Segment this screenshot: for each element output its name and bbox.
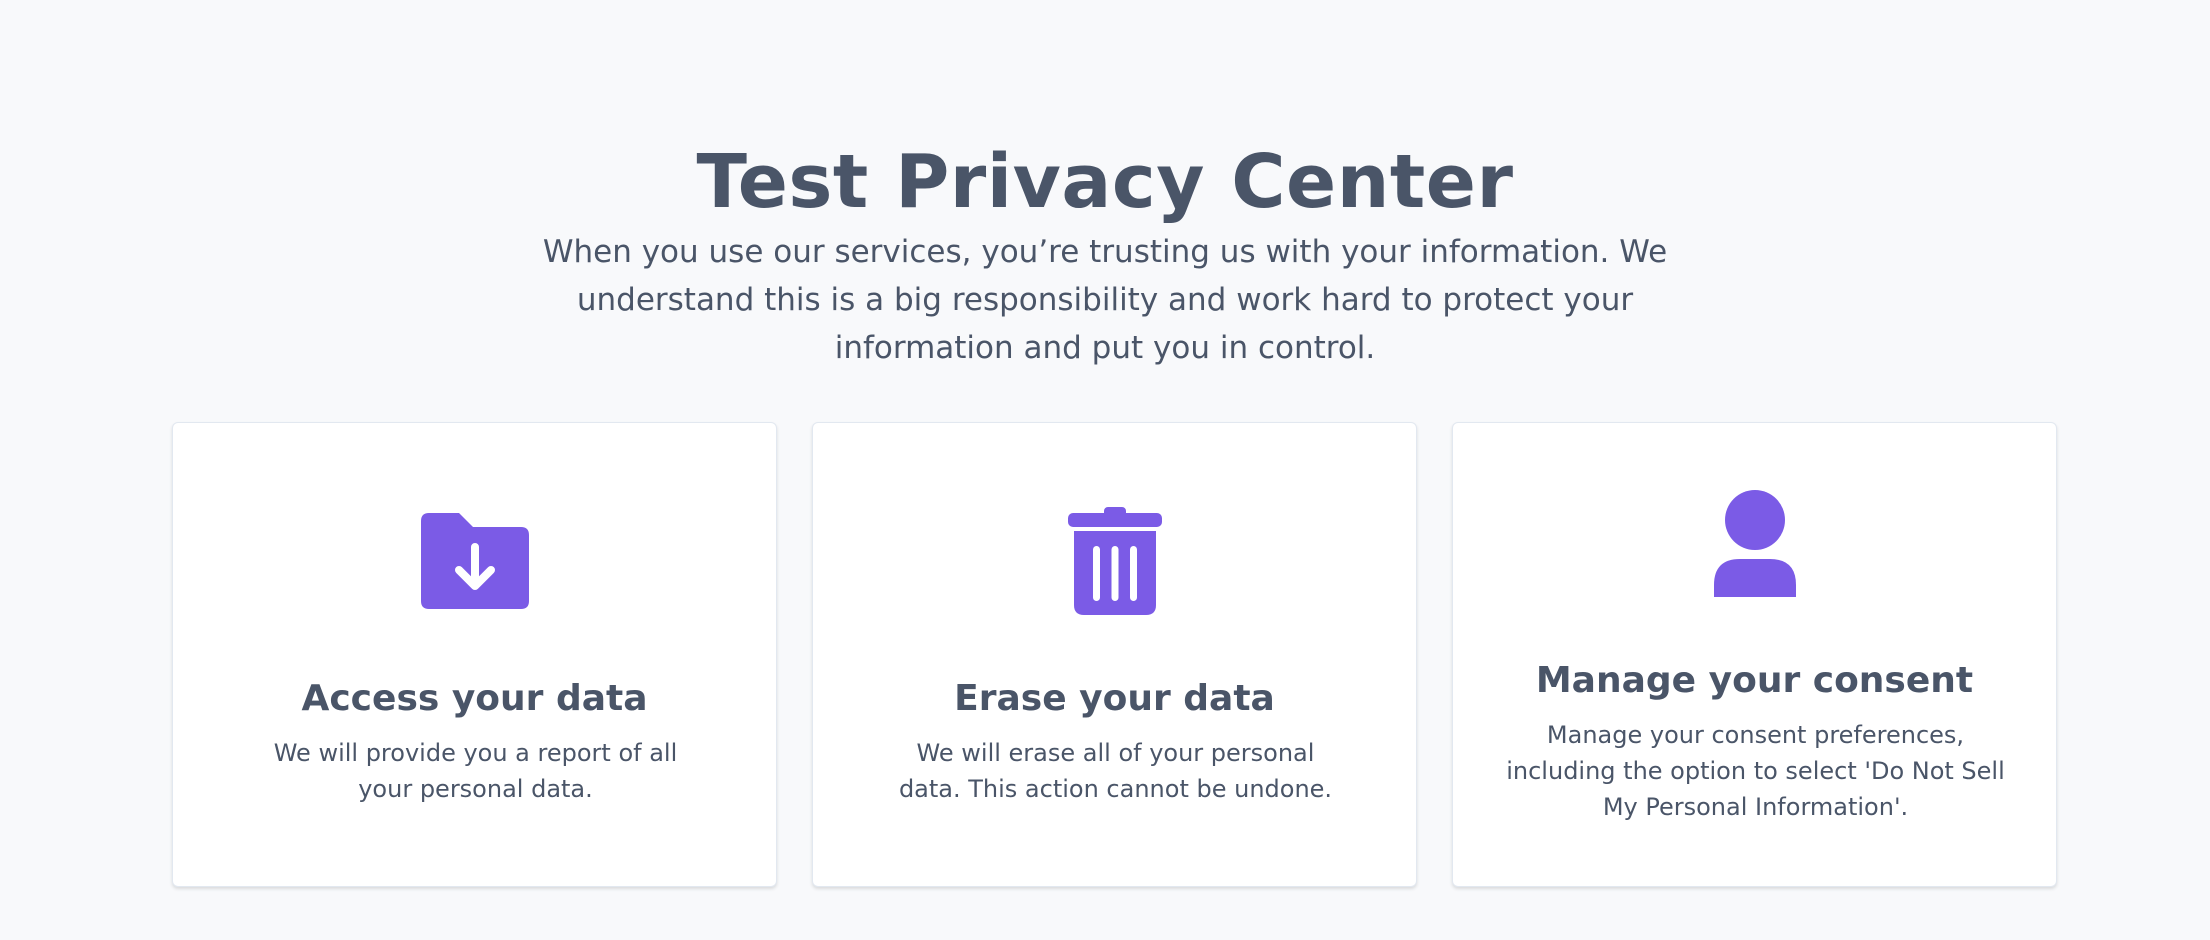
- page-title: Test Privacy Center: [696, 138, 1514, 225]
- erase-data-title: Erase your data: [954, 678, 1275, 719]
- access-data-title: Access your data: [301, 678, 648, 719]
- trash-icon: [1067, 507, 1162, 615]
- page-intro: When you use our services, you’re trusti…: [542, 234, 1668, 366]
- action-cards: Access your data We will provide you a r…: [172, 422, 2058, 889]
- erase-data-description: We will erase all of your personal data.…: [898, 739, 1333, 803]
- user-icon: [1713, 490, 1796, 597]
- erase-data-card[interactable]: Erase your data We will erase all of you…: [812, 422, 1417, 887]
- manage-consent-description: Manage your consent preferences, includi…: [1506, 721, 2005, 821]
- manage-consent-card[interactable]: Manage your consent Manage your consent …: [1452, 422, 2057, 887]
- folder-download-icon: [420, 513, 529, 609]
- access-data-card[interactable]: Access your data We will provide you a r…: [172, 422, 777, 887]
- access-data-description: We will provide you a report of all your…: [273, 739, 678, 803]
- manage-consent-title: Manage your consent: [1535, 660, 1974, 701]
